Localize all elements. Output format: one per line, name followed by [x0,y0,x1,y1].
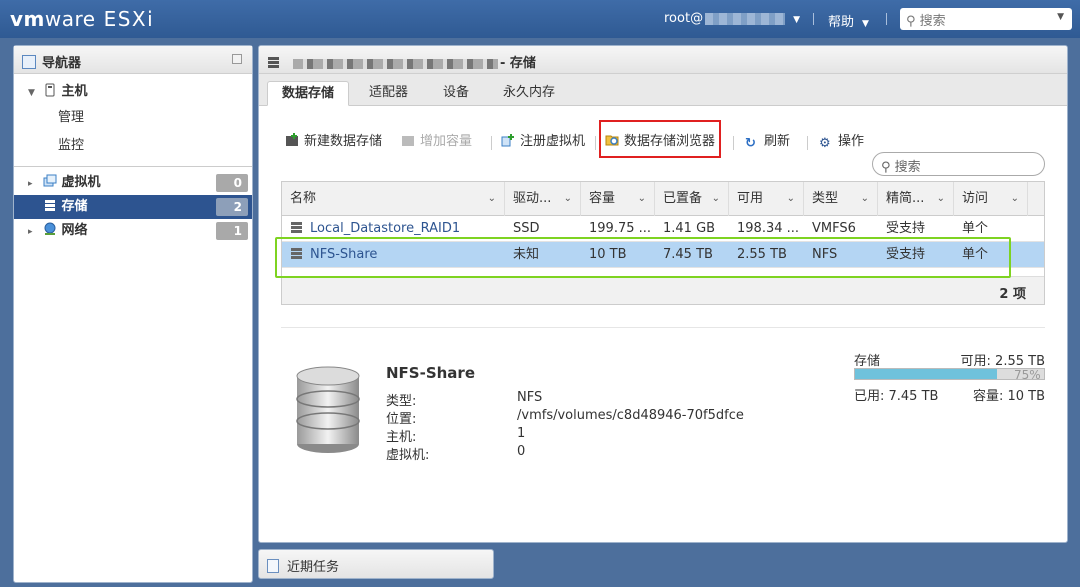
count-badge: 1 [216,222,248,240]
nav-item-storage[interactable]: 存储 2 [14,195,252,219]
divider [14,166,252,167]
divider [491,136,492,150]
chevron-down-icon: ⌄ [563,193,572,204]
divider [595,136,596,150]
column-header-name[interactable]: 名称 ⌄ [282,182,505,216]
search-icon: ⚲ [881,160,895,175]
navigator-panel: 导航器 ▼ 主机 管理 监控 ▸ 虚拟机 0 存储 2 ▸ 网络 1 [13,45,253,583]
refresh-button[interactable]: ↻ 刷新 [745,132,790,152]
divider [886,13,887,25]
detail-value: 1 [517,426,526,441]
panel-title: - 存储 [259,46,1067,74]
detail-value: 0 [517,444,526,459]
refresh-icon: ↻ [745,136,756,151]
chevron-down-icon: ⌄ [936,193,945,204]
column-header-access[interactable]: 访问 ⌄ [954,182,1028,216]
chevron-down-icon: ⌄ [637,193,646,204]
divider [807,136,808,150]
nav-item-vms[interactable]: ▸ 虚拟机 0 [14,171,252,195]
free-space: 可用: 2.55 TB [960,354,1045,369]
storage-label: 存储 [854,354,881,369]
usage-percent: 75% [1014,368,1041,382]
chevron-down-icon: ⌄ [711,193,720,204]
chevron-down-icon: ▼ [793,15,800,25]
help-menu[interactable]: 帮助 ▼ [828,11,869,30]
highlight-box-red [599,120,721,158]
chevron-down-icon: ⌄ [860,193,869,204]
divider [733,136,734,150]
tab-datastores[interactable]: 数据存储 [267,81,350,106]
detail-key: 主机: [386,430,417,445]
network-icon [44,222,56,235]
datastore-search-input[interactable]: ⚲ 搜索 [872,152,1045,176]
item-count: 2 项 [999,287,1026,302]
tab-adapters[interactable]: 适配器 [355,81,422,106]
storage-icon [268,57,279,68]
vmware-logo: vmware ESXi [10,7,155,31]
recent-tasks-button[interactable]: 近期任务 [258,549,494,579]
datastore-icon [291,222,302,233]
navigator-header: 导航器 [14,46,252,74]
register-vm-icon [501,134,514,147]
gear-icon: ⚙ [819,136,831,151]
count-badge: 0 [216,174,248,192]
increase-capacity-button[interactable]: 增加容量 [401,132,472,152]
column-header-type[interactable]: 类型 ⌄ [804,182,878,216]
storage-panel: - 存储 数据存储 适配器 设备 永久内存 新建数据存储 增加容量 注册虚拟机 … [258,45,1068,543]
actions-button[interactable]: ⚙ 操作 [819,132,864,152]
navigator-icon [22,55,36,69]
redacted-hostname [293,58,498,69]
datastore-detail-title: NFS-Share [386,364,476,382]
chevron-down-icon: ⌄ [1010,193,1019,204]
tasks-icon [267,559,279,573]
detail-key: 类型: [386,394,417,409]
top-bar: vmware ESXi root@ ▼ 帮助 ▼ ⚲ 搜索 ▼ [0,0,1080,38]
global-search-input[interactable]: ⚲ 搜索 ▼ [900,8,1072,30]
column-header-drive[interactable]: 驱动... ⌄ [505,182,581,216]
chevron-right-icon: ▸ [28,227,33,237]
total-capacity: 容量: 10 TB [972,389,1045,404]
count-badge: 2 [216,198,248,216]
register-vm-button[interactable]: 注册虚拟机 [501,132,585,152]
increase-capacity-icon [402,136,414,146]
datastore-large-icon [296,366,360,453]
nav-item-network[interactable]: ▸ 网络 1 [14,219,252,243]
storage-icon [44,200,55,211]
divider [813,13,814,25]
detail-value: NFS [517,390,543,405]
chevron-down-icon: ▼ [28,88,35,98]
add-datastore-icon [286,133,298,146]
new-datastore-button[interactable]: 新建数据存储 [285,132,382,152]
chevron-down-icon: ▼ [1057,12,1064,22]
user-menu[interactable]: root@ ▼ [664,11,800,26]
nav-item-monitor[interactable]: 监控 [14,132,252,160]
tab-bar: 数据存储 适配器 设备 永久内存 [259,74,1067,106]
divider [281,327,1045,328]
used-space: 已用: 7.45 TB [854,389,939,404]
detail-key: 虚拟机: [386,448,430,463]
table-header: 名称 ⌄ 驱动... ⌄ 容量 ⌄ 已置备 ⌄ 可用 ⌄ 类型 ⌄ 精简... ⌄ 访问 ⌄ [282,182,1044,216]
column-header-capacity[interactable]: 容量 ⌄ [581,182,655,216]
tab-devices[interactable]: 设备 [429,81,483,106]
chevron-down-icon: ▼ [862,19,869,29]
chevron-right-icon: ▸ [28,179,33,189]
search-icon: ⚲ [906,14,920,29]
column-header-free[interactable]: 可用 ⌄ [729,182,804,216]
chevron-down-icon: ⌄ [786,193,795,204]
vm-icon [43,174,57,187]
collapse-icon[interactable] [232,54,242,64]
storage-usage-fill [855,369,997,379]
table-footer: 2 项 [282,276,1044,304]
host-icon [45,83,55,97]
column-header-provisioned[interactable]: 已置备 ⌄ [655,182,729,216]
column-header-thin[interactable]: 精简... ⌄ [878,182,954,216]
detail-key: 位置: [386,412,417,427]
chevron-down-icon: ⌄ [487,193,496,204]
detail-value: /vmfs/volumes/c8d48946-70f5dfce [517,408,744,423]
highlight-box-green [275,237,1011,278]
nav-item-manage[interactable]: 管理 [14,104,252,132]
tab-persistent-memory[interactable]: 永久内存 [489,81,569,106]
nav-item-host[interactable]: ▼ 主机 [14,80,252,104]
redacted-hostname [705,12,786,25]
